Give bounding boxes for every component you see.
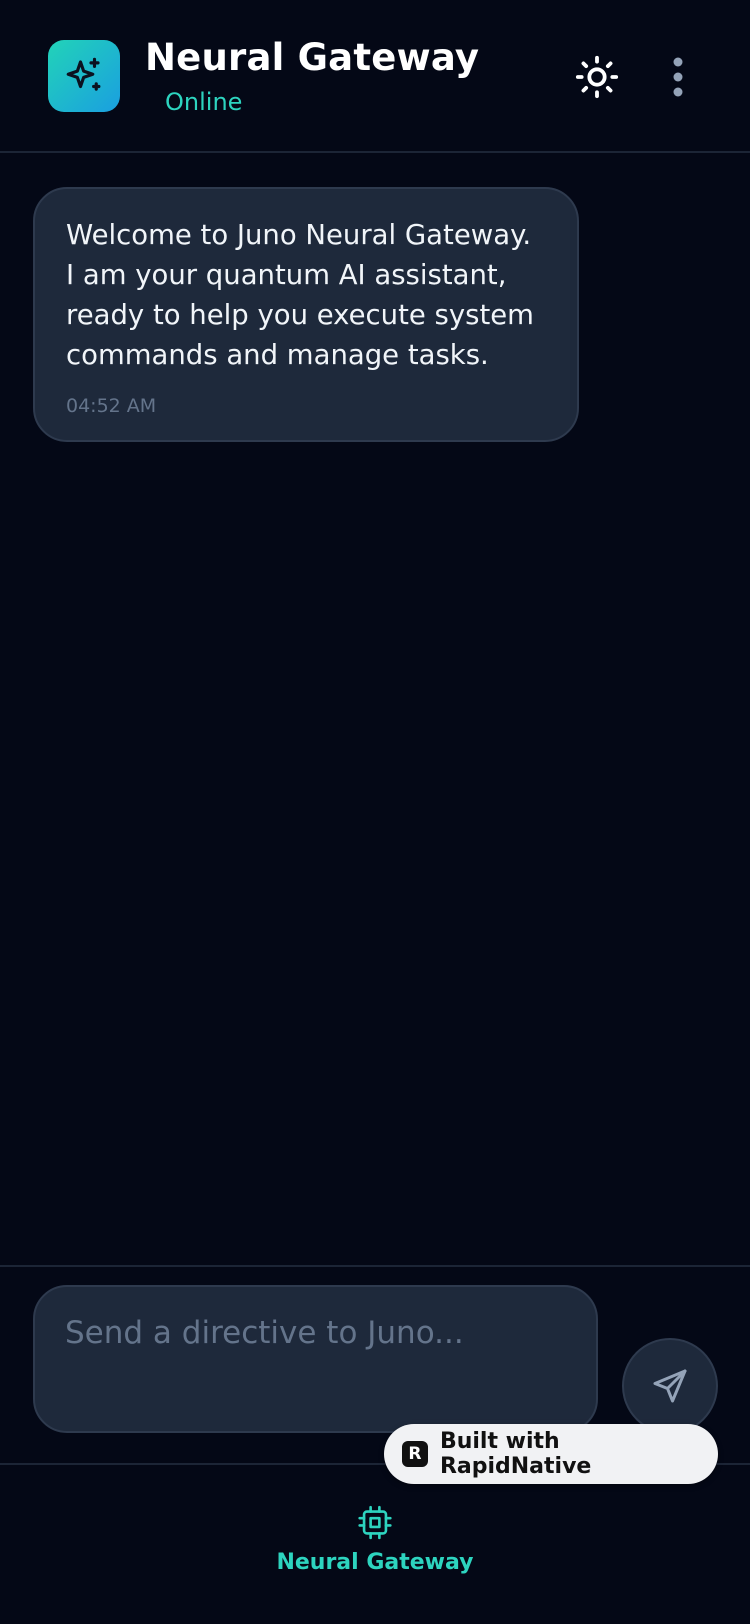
app-root: Neural Gateway Online Welcome to Juno Ne… (0, 0, 750, 1624)
send-icon (653, 1369, 687, 1403)
more-options-button[interactable] (658, 52, 698, 102)
nav-item-neural-gateway[interactable]: Neural Gateway (270, 1467, 480, 1575)
app-logo (48, 40, 120, 112)
sun-icon (575, 55, 619, 99)
status-label: Online (165, 88, 243, 116)
app-header: Neural Gateway Online (0, 0, 750, 153)
app-title: Neural Gateway (145, 36, 480, 79)
cpu-icon (358, 1505, 392, 1540)
assistant-message: Welcome to Juno Neural Gateway. I am you… (33, 187, 579, 442)
message-input[interactable] (33, 1285, 598, 1433)
rapidnative-logo: R (402, 1441, 428, 1467)
message-list: Welcome to Juno Neural Gateway. I am you… (0, 155, 750, 1265)
theme-toggle-button[interactable] (572, 52, 622, 102)
sparkles-icon (66, 57, 101, 91)
message-timestamp: 04:52 AM (66, 395, 157, 417)
message-text: Welcome to Juno Neural Gateway. I am you… (66, 219, 534, 371)
more-vertical-icon (673, 57, 683, 97)
nav-label: Neural Gateway (276, 1550, 474, 1575)
bottom-nav: Neural Gateway (0, 1467, 750, 1624)
send-button[interactable] (622, 1338, 718, 1434)
